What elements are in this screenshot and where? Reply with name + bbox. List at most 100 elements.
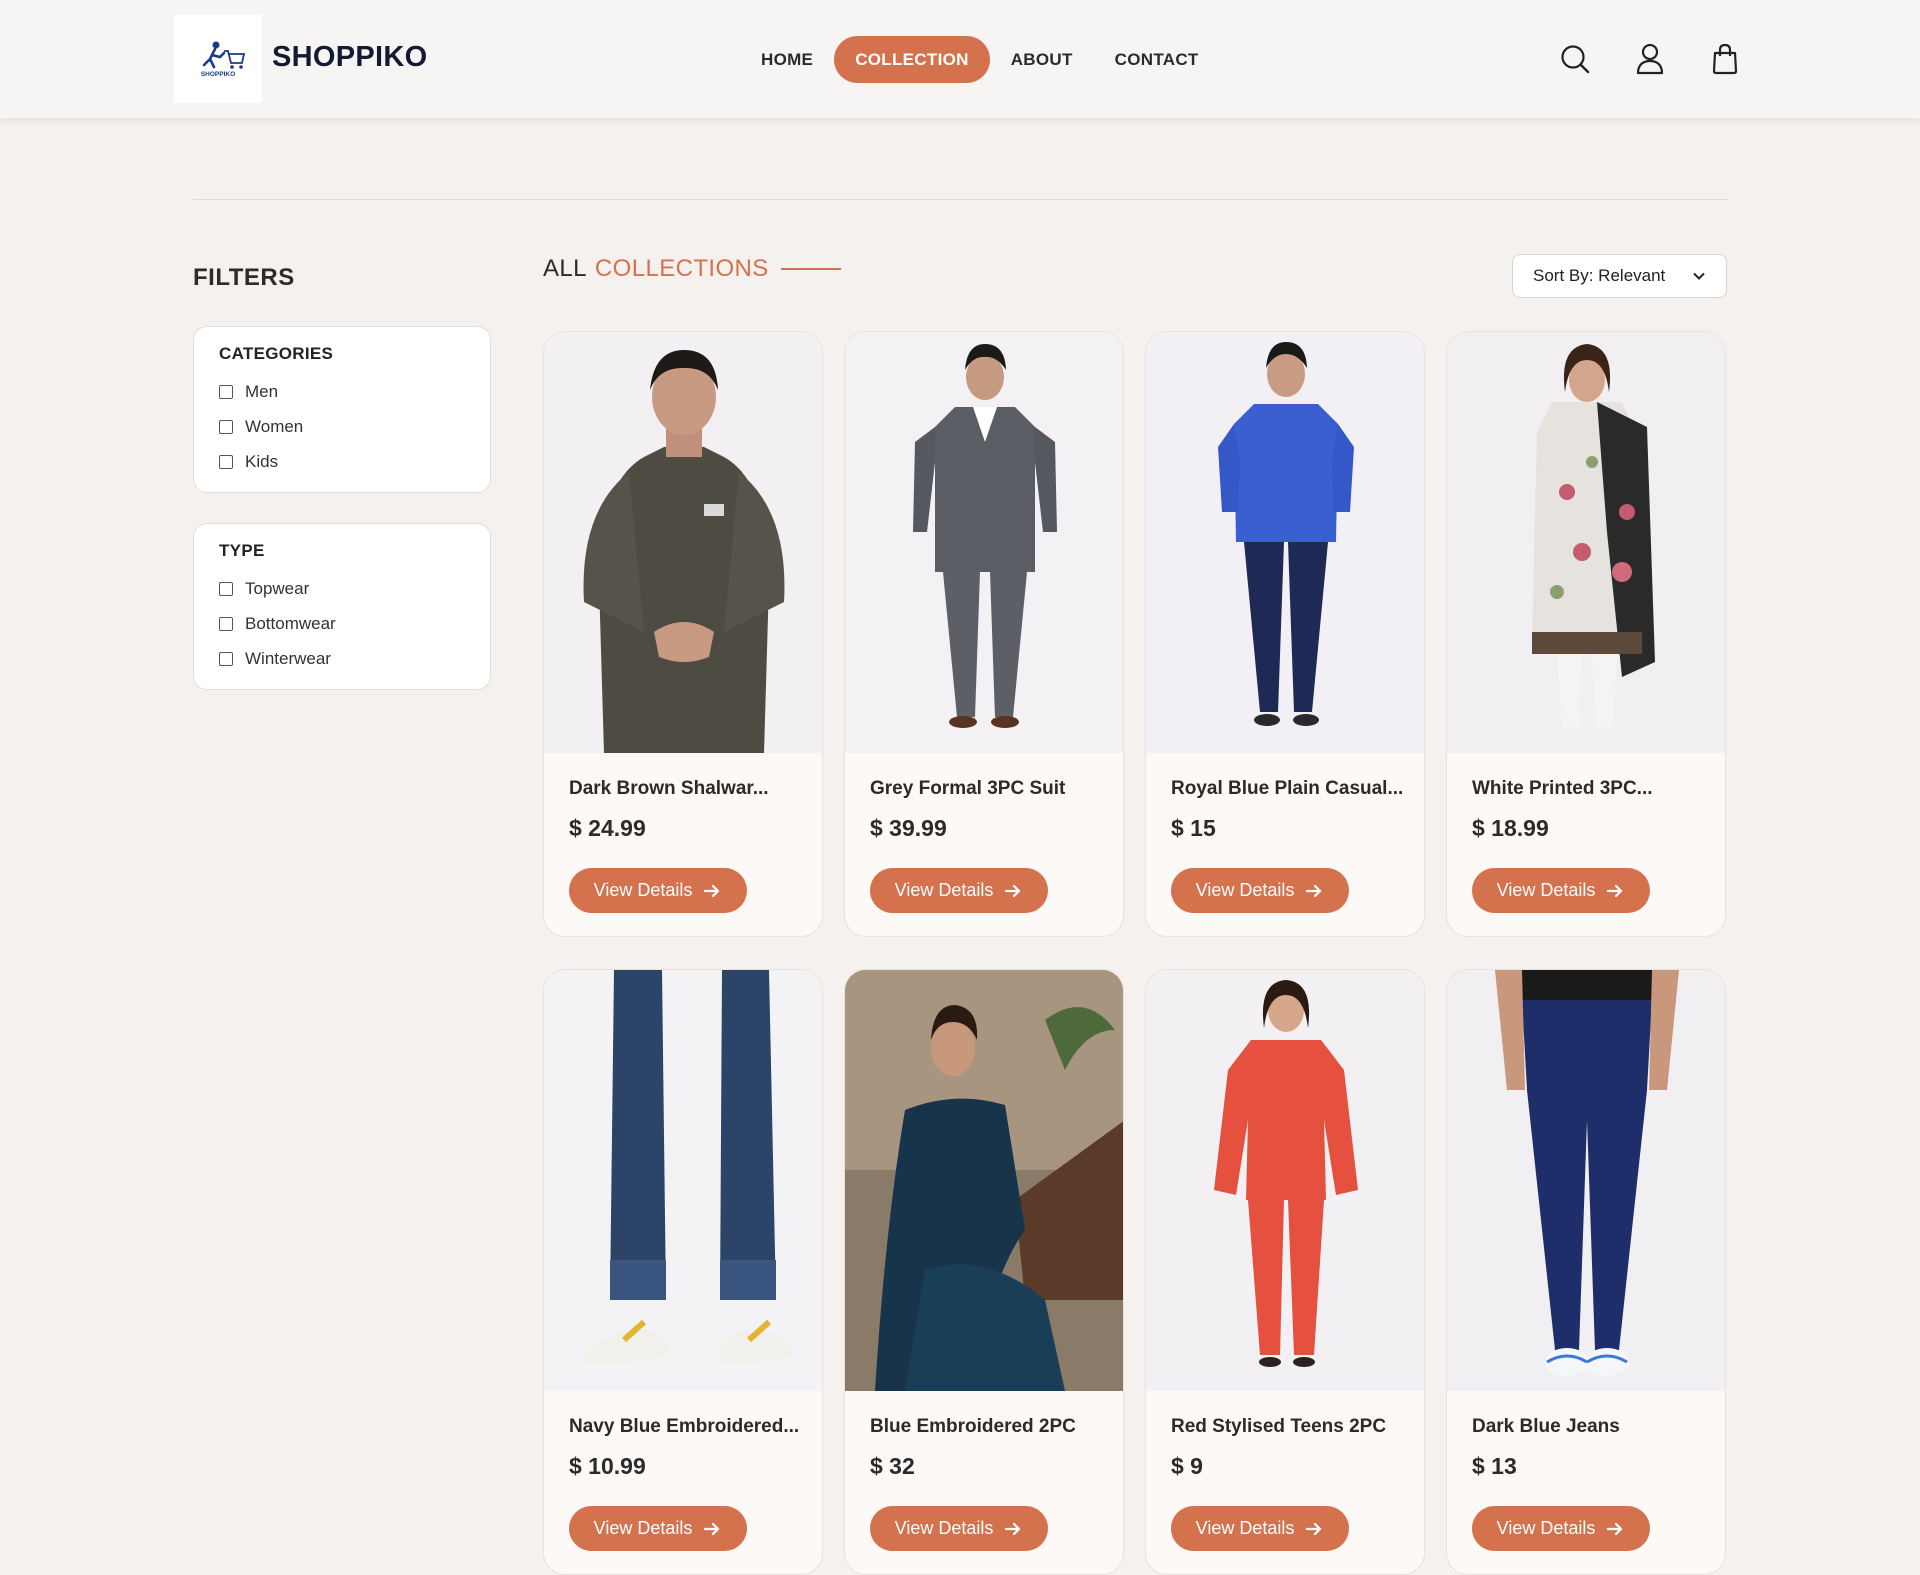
divider bbox=[193, 199, 1728, 200]
shopping-bag-icon[interactable] bbox=[1708, 42, 1742, 76]
product-price: $ 15 bbox=[1171, 815, 1216, 841]
view-details-button[interactable]: View Details bbox=[1472, 868, 1650, 913]
nav-contact[interactable]: CONTACT bbox=[1094, 36, 1220, 83]
collection-title-part1: ALL bbox=[543, 255, 587, 282]
collection-title-part2: COLLECTIONS bbox=[594, 255, 769, 282]
product-image[interactable] bbox=[544, 970, 823, 1391]
arrow-right-icon bbox=[1607, 884, 1623, 897]
filter-option-kids[interactable]: Kids bbox=[219, 444, 465, 479]
categories-heading: CATEGORIES bbox=[219, 344, 334, 363]
product-name[interactable]: Dark Blue Jeans bbox=[1472, 1416, 1707, 1438]
product-price: $ 39.99 bbox=[870, 815, 947, 841]
filter-option-topwear[interactable]: Topwear bbox=[219, 571, 465, 606]
product-name[interactable]: Red Stylised Teens 2PC bbox=[1171, 1416, 1406, 1438]
arrow-right-icon bbox=[1005, 884, 1021, 897]
view-details-button[interactable]: View Details bbox=[1171, 868, 1349, 913]
filter-label: Kids bbox=[245, 451, 279, 471]
arrow-right-icon bbox=[1005, 1522, 1021, 1535]
product-image[interactable] bbox=[544, 332, 823, 753]
filter-label: Topwear bbox=[245, 578, 310, 598]
product-price: $ 18.99 bbox=[1472, 815, 1549, 841]
nav-about[interactable]: ABOUT bbox=[990, 36, 1094, 83]
product-price: $ 13 bbox=[1472, 1453, 1517, 1479]
checkbox[interactable] bbox=[219, 454, 233, 469]
logo[interactable]: SHOPPIKO bbox=[174, 15, 262, 103]
search-icon[interactable] bbox=[1558, 42, 1592, 76]
product-card[interactable]: Blue Embroidered 2PC $ 32 View Details bbox=[844, 969, 1124, 1575]
brand-name[interactable]: SHOPPIKO bbox=[272, 41, 428, 74]
arrow-right-icon bbox=[1306, 884, 1322, 897]
product-image[interactable] bbox=[1447, 332, 1726, 753]
view-details-button[interactable]: View Details bbox=[870, 868, 1048, 913]
view-details-button[interactable]: View Details bbox=[1171, 1506, 1349, 1551]
button-label: View Details bbox=[1195, 880, 1295, 900]
main-nav: HOME COLLECTION ABOUT CONTACT bbox=[740, 36, 1220, 83]
product-card[interactable]: White Printed 3PC... $ 18.99 View Detail… bbox=[1446, 331, 1726, 937]
logo-icon: SHOPPIKO bbox=[201, 41, 246, 78]
product-name[interactable]: Dark Brown Shalwar... bbox=[569, 778, 804, 800]
button-label: View Details bbox=[894, 880, 994, 900]
arrow-right-icon bbox=[704, 1522, 720, 1535]
filter-label: Women bbox=[245, 416, 304, 436]
checkbox[interactable] bbox=[219, 651, 233, 666]
product-image[interactable] bbox=[845, 332, 1124, 753]
checkbox[interactable] bbox=[219, 419, 233, 434]
view-details-button[interactable]: View Details bbox=[870, 1506, 1048, 1551]
product-image[interactable] bbox=[1146, 970, 1425, 1391]
title-underline bbox=[780, 268, 841, 270]
button-label: View Details bbox=[894, 1518, 994, 1538]
filter-label: Men bbox=[245, 381, 279, 401]
view-details-button[interactable]: View Details bbox=[569, 868, 747, 913]
nav-collection[interactable]: COLLECTION bbox=[834, 36, 990, 83]
product-image[interactable] bbox=[1447, 970, 1726, 1391]
filter-option-winterwear[interactable]: Winterwear bbox=[219, 641, 465, 676]
product-price: $ 32 bbox=[870, 1453, 915, 1479]
product-price: $ 10.99 bbox=[569, 1453, 646, 1479]
type-heading: TYPE bbox=[219, 541, 265, 560]
filter-label: Winterwear bbox=[245, 648, 331, 668]
product-image[interactable] bbox=[1146, 332, 1425, 753]
view-details-button[interactable]: View Details bbox=[569, 1506, 747, 1551]
product-name[interactable]: White Printed 3PC... bbox=[1472, 778, 1707, 800]
categories-filter: CATEGORIES Men Women Kids bbox=[193, 326, 491, 493]
checkbox[interactable] bbox=[219, 581, 233, 596]
button-label: View Details bbox=[1496, 880, 1596, 900]
product-price: $ 9 bbox=[1171, 1453, 1203, 1479]
product-price: $ 24.99 bbox=[569, 815, 646, 841]
logo-text: SHOPPIKO bbox=[201, 71, 235, 78]
product-name[interactable]: Royal Blue Plain Casual... bbox=[1171, 778, 1406, 800]
checkbox[interactable] bbox=[219, 384, 233, 399]
view-details-button[interactable]: View Details bbox=[1472, 1506, 1650, 1551]
chevron-down-icon bbox=[1693, 272, 1705, 280]
collection-title: ALL COLLECTIONS bbox=[543, 255, 841, 283]
product-card[interactable]: Royal Blue Plain Casual... $ 15 View Det… bbox=[1145, 331, 1425, 937]
product-name[interactable]: Navy Blue Embroidered... bbox=[569, 1416, 804, 1438]
arrow-right-icon bbox=[704, 884, 720, 897]
filter-option-women[interactable]: Women bbox=[219, 409, 465, 444]
product-card[interactable]: Dark Brown Shalwar... $ 24.99 View Detai… bbox=[543, 331, 823, 937]
sort-label: Sort By: Relevant bbox=[1533, 266, 1666, 285]
checkbox[interactable] bbox=[219, 616, 233, 631]
button-label: View Details bbox=[593, 1518, 693, 1538]
arrow-right-icon bbox=[1607, 1522, 1623, 1535]
type-filter: TYPE Topwear Bottomwear Winterwear bbox=[193, 523, 491, 690]
product-card[interactable]: Red Stylised Teens 2PC $ 9 View Details bbox=[1145, 969, 1425, 1575]
product-image[interactable] bbox=[845, 970, 1124, 1391]
nav-home[interactable]: HOME bbox=[740, 36, 834, 83]
site-header: SHOPPIKO SHOPPIKO HOME COLLECTION ABOUT … bbox=[0, 0, 1920, 118]
filter-option-bottomwear[interactable]: Bottomwear bbox=[219, 606, 465, 641]
product-card[interactable]: Dark Blue Jeans $ 13 View Details bbox=[1446, 969, 1726, 1575]
button-label: View Details bbox=[1195, 1518, 1295, 1538]
sort-select[interactable]: Sort By: Relevant bbox=[1512, 254, 1727, 298]
arrow-right-icon bbox=[1306, 1522, 1322, 1535]
filter-option-men[interactable]: Men bbox=[219, 374, 465, 409]
product-card[interactable]: Grey Formal 3PC Suit $ 39.99 View Detail… bbox=[844, 331, 1124, 937]
filters-title[interactable]: FILTERS bbox=[193, 264, 295, 292]
product-name[interactable]: Blue Embroidered 2PC bbox=[870, 1416, 1105, 1438]
product-card[interactable]: Navy Blue Embroidered... $ 10.99 View De… bbox=[543, 969, 823, 1575]
button-label: View Details bbox=[1496, 1518, 1596, 1538]
filter-label: Bottomwear bbox=[245, 613, 336, 633]
user-icon[interactable] bbox=[1633, 42, 1667, 76]
product-name[interactable]: Grey Formal 3PC Suit bbox=[870, 778, 1105, 800]
button-label: View Details bbox=[593, 880, 693, 900]
